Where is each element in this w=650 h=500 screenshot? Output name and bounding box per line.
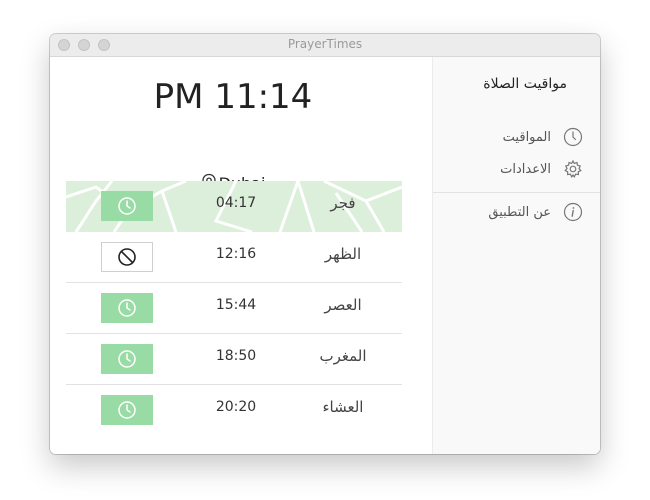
alarm-toggle-button[interactable] bbox=[101, 395, 153, 425]
prayer-row-dhuhr: 12:16 الظهر bbox=[66, 232, 402, 283]
alarm-toggle-button[interactable] bbox=[101, 344, 153, 374]
clock-icon bbox=[118, 197, 136, 215]
prayer-time: 20:20 bbox=[215, 399, 257, 415]
prayer-name: فجر bbox=[330, 194, 356, 212]
window-title: PrayerTimes bbox=[287, 37, 363, 51]
sidebar-item-label: عن التطبيق bbox=[488, 204, 551, 220]
info-icon bbox=[563, 202, 583, 222]
prayer-time: 12:16 bbox=[215, 246, 257, 262]
prayer-name: العصر bbox=[324, 296, 362, 314]
sidebar-divider bbox=[433, 192, 600, 193]
prayer-row-asr: 15:44 العصر bbox=[66, 283, 402, 334]
gear-icon bbox=[564, 159, 582, 178]
disabled-alarm-icon bbox=[118, 248, 136, 266]
current-time: PM 11:14 bbox=[153, 77, 313, 117]
clock-icon bbox=[118, 299, 136, 317]
prayer-name: المغرب bbox=[319, 347, 367, 365]
alarm-toggle-button[interactable] bbox=[101, 293, 153, 323]
prayer-name: الظهر bbox=[324, 245, 362, 263]
sidebar-item-settings[interactable]: الاعدادات bbox=[500, 158, 583, 180]
alarm-toggle-button[interactable] bbox=[101, 191, 153, 221]
app-window: PrayerTimes PM 11:14 Dubai bbox=[50, 34, 600, 454]
main-panel: PM 11:14 Dubai bbox=[50, 57, 432, 454]
sidebar-title: مواقيت الصلاة bbox=[483, 76, 567, 92]
title-bar[interactable]: PrayerTimes bbox=[50, 34, 600, 57]
sidebar-item-label: الاعدادات bbox=[500, 161, 551, 177]
sidebar-item-times[interactable]: المواقيت bbox=[503, 126, 583, 148]
prayer-row-isha: 20:20 العشاء bbox=[66, 385, 402, 436]
prayer-time: 15:44 bbox=[215, 297, 257, 313]
prayer-row-maghrib: 18:50 المغرب bbox=[66, 334, 402, 385]
prayer-time: 04:17 bbox=[215, 195, 257, 211]
sidebar: مواقيت الصلاة المواقيت الاعدادات عن التط… bbox=[432, 57, 600, 454]
prayer-name: العشاء bbox=[322, 398, 364, 416]
clock-icon bbox=[118, 401, 136, 419]
sidebar-item-about[interactable]: عن التطبيق bbox=[488, 201, 583, 223]
prayer-row-fajr: 04:17 فجر bbox=[66, 181, 402, 232]
prayer-time: 18:50 bbox=[215, 348, 257, 364]
clock-icon bbox=[563, 127, 583, 147]
alarm-toggle-button[interactable] bbox=[101, 242, 153, 272]
sidebar-item-label: المواقيت bbox=[502, 129, 551, 145]
clock-icon bbox=[118, 350, 136, 368]
